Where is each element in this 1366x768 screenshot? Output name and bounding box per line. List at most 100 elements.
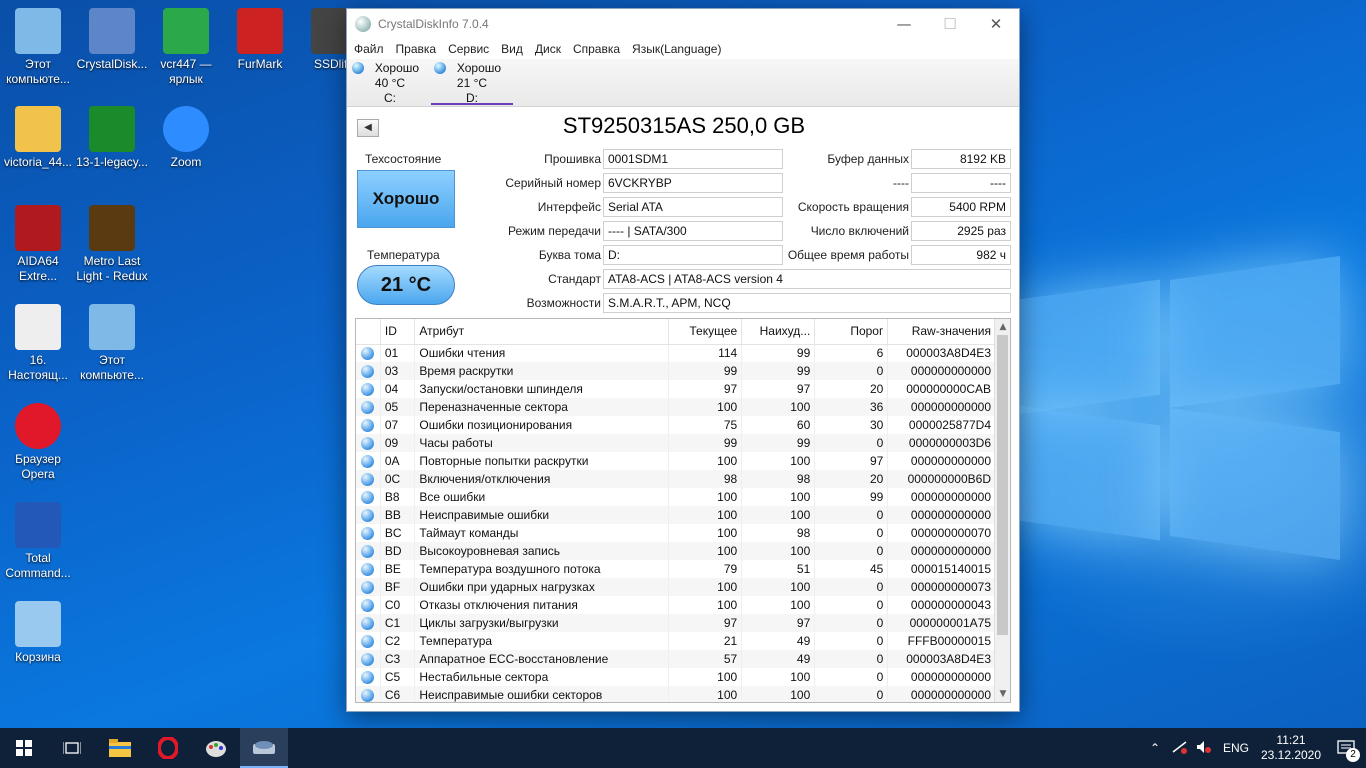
menu-item[interactable]: Справка bbox=[573, 42, 620, 56]
table-cell: 97 bbox=[814, 452, 889, 470]
table-cell: Неисправимые ошибки bbox=[414, 506, 670, 524]
task-view-button[interactable] bbox=[48, 728, 96, 768]
menu-item[interactable]: Язык(Language) bbox=[632, 42, 721, 56]
action-center-button[interactable]: 2 bbox=[1326, 728, 1366, 768]
table-cell: Ошибки чтения bbox=[414, 344, 670, 362]
vertical-scrollbar[interactable]: ▲ ▼ bbox=[994, 319, 1010, 702]
desktop-icon[interactable]: 16. Настоящ... bbox=[0, 304, 76, 383]
column-header[interactable]: Атрибут bbox=[414, 319, 670, 345]
table-row[interactable]: BB Неисправимые ошибки 100 100 0 000000000000 bbox=[356, 506, 996, 524]
table-row[interactable]: 0A Повторные попытки раскрутки 100 100 97 000… bbox=[356, 452, 996, 470]
table-row[interactable]: 07 Ошибки позиционирования 75 60 30 000002587… bbox=[356, 416, 996, 434]
desktop-icon[interactable]: Этот компьюте... bbox=[74, 304, 150, 383]
desktop-icon[interactable]: vcr447 — ярлык bbox=[148, 8, 224, 87]
column-header[interactable]: Raw-значения bbox=[887, 319, 996, 345]
input-language-indicator[interactable]: ENG bbox=[1216, 741, 1256, 755]
menu-item[interactable]: Файл bbox=[354, 42, 384, 56]
table-row[interactable]: 0C Включения/отключения 98 98 20 000000000B6D bbox=[356, 470, 996, 488]
opera-taskbar-button[interactable] bbox=[144, 728, 192, 768]
desktop-icon[interactable]: Браузер Opera bbox=[0, 403, 76, 482]
clock[interactable]: 11:21 23.12.2020 bbox=[1256, 733, 1326, 763]
table-row[interactable]: 05 Переназначенные сектора 100 100 36 0000000… bbox=[356, 398, 996, 416]
menu-item[interactable]: Диск bbox=[535, 42, 561, 56]
table-row[interactable]: C2 Температура 21 49 0 FFFB00000015 bbox=[356, 632, 996, 650]
table-cell: B8 bbox=[380, 488, 416, 506]
desktop-icon[interactable]: victoria_44... bbox=[0, 106, 76, 170]
status-orb-icon bbox=[361, 689, 375, 702]
desktop-icon[interactable]: Total Command... bbox=[0, 502, 76, 581]
column-header[interactable]: ID bbox=[380, 319, 416, 345]
desktop-icon-label: Этот компьюте... bbox=[80, 353, 144, 382]
close-button[interactable]: ✕ bbox=[973, 9, 1019, 39]
table-row[interactable]: C0 Отказы отключения питания 100 100 0 000000… bbox=[356, 596, 996, 614]
paint-taskbar-button[interactable] bbox=[192, 728, 240, 768]
desktop-icon-label: Zoom bbox=[170, 155, 202, 169]
desktop-icon[interactable]: Metro Last Light - Redux bbox=[74, 205, 150, 284]
table-row[interactable]: BF Ошибки при ударных нагрузках 100 100 0 000… bbox=[356, 578, 996, 596]
table-row[interactable]: BC Таймаут команды 100 98 0 000000000070 bbox=[356, 524, 996, 542]
table-cell: 000000000043 bbox=[887, 596, 996, 614]
table-row[interactable]: C1 Циклы загрузки/выгрузки 97 97 0 000000001A… bbox=[356, 614, 996, 632]
show-hidden-icons-button[interactable]: ⌃ bbox=[1142, 741, 1168, 755]
table-cell: 000000000CAB bbox=[887, 380, 996, 398]
table-cell: 99 bbox=[741, 434, 816, 452]
explorer-taskbar-button[interactable] bbox=[96, 728, 144, 768]
table-row[interactable]: C5 Нестабильные сектора 100 100 0 00000000000… bbox=[356, 668, 996, 686]
row-status-cell bbox=[356, 452, 381, 470]
table-cell: 0 bbox=[814, 578, 889, 596]
column-header[interactable]: Порог bbox=[814, 319, 889, 345]
disk-tab-temp: 40 °C bbox=[374, 76, 406, 90]
network-icon[interactable] bbox=[1168, 740, 1192, 757]
column-header-status bbox=[356, 319, 381, 345]
volume-muted-icon[interactable] bbox=[1192, 740, 1216, 757]
desktop-icon[interactable]: Zoom bbox=[148, 106, 224, 170]
maximize-button[interactable]: ☐ bbox=[927, 9, 973, 39]
scroll-up-icon[interactable]: ▲ bbox=[995, 319, 1010, 335]
serial-field: 6VCKRYBP bbox=[603, 173, 783, 193]
crystaldisk-taskbar-button[interactable] bbox=[240, 728, 288, 768]
menu-item[interactable]: Сервис bbox=[448, 42, 489, 56]
table-row[interactable]: BE Температура воздушного потока 79 51 45 000… bbox=[356, 560, 996, 578]
table-row[interactable]: 01 Ошибки чтения 114 99 6 000003A8D4E3 bbox=[356, 344, 996, 362]
task-view-icon bbox=[63, 742, 81, 754]
desktop-icon[interactable]: 13-1-legacy... bbox=[74, 106, 150, 170]
table-row[interactable]: 04 Запуски/остановки шпинделя 97 97 20 000000… bbox=[356, 380, 996, 398]
row-status-cell bbox=[356, 398, 381, 416]
temperature-badge[interactable]: 21 °C bbox=[357, 265, 455, 305]
column-header[interactable]: Текущее bbox=[668, 319, 743, 345]
windows-start-icon bbox=[16, 740, 32, 756]
table-row[interactable]: B8 Все ошибки 100 100 99 000000000000 bbox=[356, 488, 996, 506]
disk-tab[interactable]: Хорошо 21 °C D: bbox=[431, 59, 513, 105]
table-row[interactable]: BD Высокоуровневая запись 100 100 0 000000000… bbox=[356, 542, 996, 560]
start-button[interactable] bbox=[0, 728, 48, 768]
smart-attributes-table[interactable]: ID Атрибут Текущее Наихуд... Порог Raw-значен… bbox=[355, 318, 1011, 703]
blank-label: ---- bbox=[893, 176, 909, 190]
table-cell: 97 bbox=[741, 614, 816, 632]
desktop-icon[interactable]: Этот компьюте... bbox=[0, 8, 76, 87]
scroll-down-icon[interactable]: ▼ bbox=[995, 686, 1010, 702]
crystaldiskinfo-window[interactable]: CrystalDiskInfo 7.0.4 — ☐ ✕ Файл Правка Се… bbox=[346, 8, 1020, 712]
scrollbar-thumb[interactable] bbox=[997, 335, 1008, 635]
table-cell: 000000000000 bbox=[887, 542, 996, 560]
table-cell: Все ошибки bbox=[414, 488, 670, 506]
table-row[interactable]: 03 Время раскрутки 99 99 0 000000000000 bbox=[356, 362, 996, 380]
table-cell: BE bbox=[380, 560, 416, 578]
table-row[interactable]: C3 Аппаратное ECC-восстановление 57 49 0 0000… bbox=[356, 650, 996, 668]
previous-disk-button[interactable]: ◀ bbox=[357, 119, 379, 137]
row-status-cell bbox=[356, 578, 381, 596]
menu-item[interactable]: Правка bbox=[396, 42, 437, 56]
column-header[interactable]: Наихуд... bbox=[741, 319, 816, 345]
health-status-badge[interactable]: Хорошо bbox=[357, 170, 455, 228]
minimize-button[interactable]: — bbox=[881, 9, 927, 39]
desktop-icon[interactable]: AIDA64 Extre... bbox=[0, 205, 76, 284]
menu-item[interactable]: Вид bbox=[501, 42, 523, 56]
table-row[interactable]: 09 Часы работы 99 99 0 0000000003D6 bbox=[356, 434, 996, 452]
table-row[interactable]: C6 Неисправимые ошибки секторов 100 100 0 000… bbox=[356, 686, 996, 702]
crystaldisk-app-icon bbox=[355, 16, 371, 32]
title-bar[interactable]: CrystalDiskInfo 7.0.4 — ☐ ✕ bbox=[347, 9, 1019, 39]
desktop-icon[interactable]: CrystalDisk... bbox=[74, 8, 150, 72]
desktop-icon[interactable]: FurMark bbox=[222, 8, 298, 72]
disk-tab[interactable]: Хорошо 40 °C C: bbox=[349, 59, 431, 105]
row-status-cell bbox=[356, 470, 381, 488]
desktop-icon[interactable]: Корзина bbox=[0, 601, 76, 665]
